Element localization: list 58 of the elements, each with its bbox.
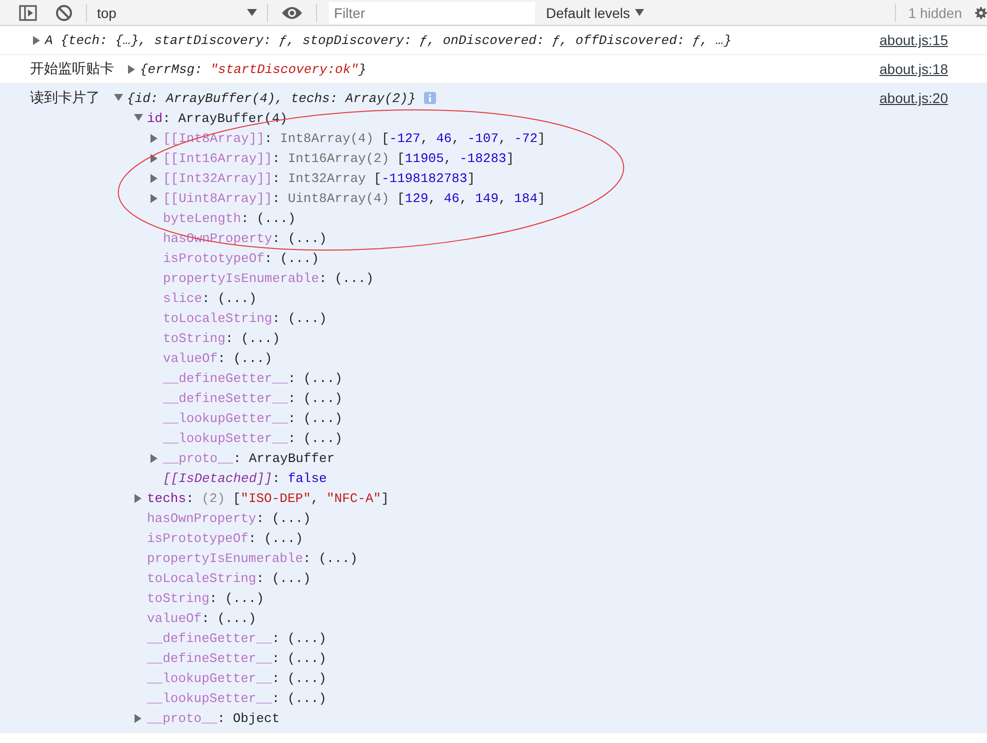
object-property: isPrototypeOf: (...) (163, 250, 320, 266)
object-property: __defineGetter__: (...) (163, 370, 342, 386)
object-property[interactable]: __proto__: Object (147, 710, 280, 726)
object-property: propertyIsEnumerable: (...) (147, 550, 358, 566)
object-property[interactable]: __proto__: ArrayBuffer (163, 450, 335, 466)
expand-arrow-icon[interactable] (128, 64, 136, 74)
source-link[interactable]: about.js:15 (880, 30, 948, 50)
object-property: isPrototypeOf: (...) (147, 530, 304, 546)
clear-console-icon[interactable] (55, 4, 73, 22)
source-link[interactable]: about.js:20 (880, 88, 948, 108)
object-property: toString: (...) (163, 330, 280, 346)
expand-arrow-icon[interactable] (150, 174, 159, 182)
object-property: __defineSetter__: (...) (147, 650, 326, 666)
object-property: valueOf: (...) (163, 350, 272, 366)
object-property: valueOf: (...) (147, 610, 256, 626)
settings-icon[interactable] (975, 4, 987, 20)
object-property: toString: (...) (147, 590, 264, 606)
collapse-arrow-icon[interactable] (134, 114, 143, 122)
filter-field[interactable]: Filter (329, 2, 535, 24)
log-levels-dropdown[interactable]: Default levels (546, 4, 644, 20)
expand-arrow-icon[interactable] (150, 134, 159, 142)
source-link[interactable]: about.js:18 (880, 59, 948, 79)
object-property[interactable]: [[Uint8Array]]: Uint8Array(4) [129, 46, 149, 184] (163, 190, 546, 206)
hidden-count: 1 hidden (908, 4, 962, 20)
expand-arrow-icon[interactable] (33, 36, 41, 44)
object-preview: {errMsg: "startDiscovery:ok"} (140, 62, 366, 76)
object-property: __lookupGetter__: (...) (147, 670, 326, 686)
object-property: slice: (...) (163, 290, 257, 306)
object-property: hasOwnProperty: (...) (147, 510, 311, 526)
object-property: toLocaleString: (...) (147, 570, 311, 586)
object-property[interactable]: [[Int16Array]]: Int16Array(2) [11905, -18283] (163, 150, 514, 166)
dropdown-caret-icon (247, 8, 257, 16)
object-property: __lookupSetter__: (...) (147, 690, 326, 706)
object-property: __defineGetter__: (...) (147, 630, 326, 646)
dropdown-caret-icon (635, 8, 644, 16)
object-property: __lookupGetter__: (...) (163, 410, 342, 426)
sidebar-toggle-icon[interactable] (19, 4, 37, 20)
log-text: 读到卡片了 (30, 89, 100, 107)
object-property[interactable]: [[Int32Array]]: Int32Array [-1198182783] (163, 170, 476, 186)
expand-arrow-icon[interactable] (150, 194, 159, 202)
object-property: [[IsDetached]]: false (163, 470, 327, 486)
collapse-arrow-icon[interactable] (114, 94, 123, 102)
expand-arrow-icon[interactable] (150, 154, 159, 162)
expand-arrow-icon[interactable] (134, 494, 143, 502)
object-property: __defineSetter__: (...) (163, 390, 342, 406)
object-property: toLocaleString: (...) (163, 310, 327, 326)
object-preview: {id: ArrayBuffer(4), techs: Array(2)} (127, 90, 416, 106)
object-property[interactable]: id: ArrayBuffer(4) (147, 110, 288, 126)
object-property: __lookupSetter__: (...) (163, 430, 342, 446)
object-property: byteLength: (...) (163, 210, 296, 226)
eye-icon[interactable] (281, 6, 303, 20)
object-property[interactable]: techs: (2) ["ISO-DEP", "NFC-A"] (147, 490, 389, 506)
object-property: propertyIsEnumerable: (...) (163, 270, 374, 286)
expand-arrow-icon[interactable] (150, 454, 159, 462)
object-preview: A {tech: {…}, startDiscovery: ƒ, stopDiscovery: ƒ, onDiscovered: ƒ, offDiscovered: ƒ, …} (45, 32, 732, 48)
context-select[interactable]: top (91, 4, 263, 20)
log-text: 开始监听贴卡 (30, 60, 114, 78)
expand-arrow-icon[interactable] (134, 714, 143, 722)
